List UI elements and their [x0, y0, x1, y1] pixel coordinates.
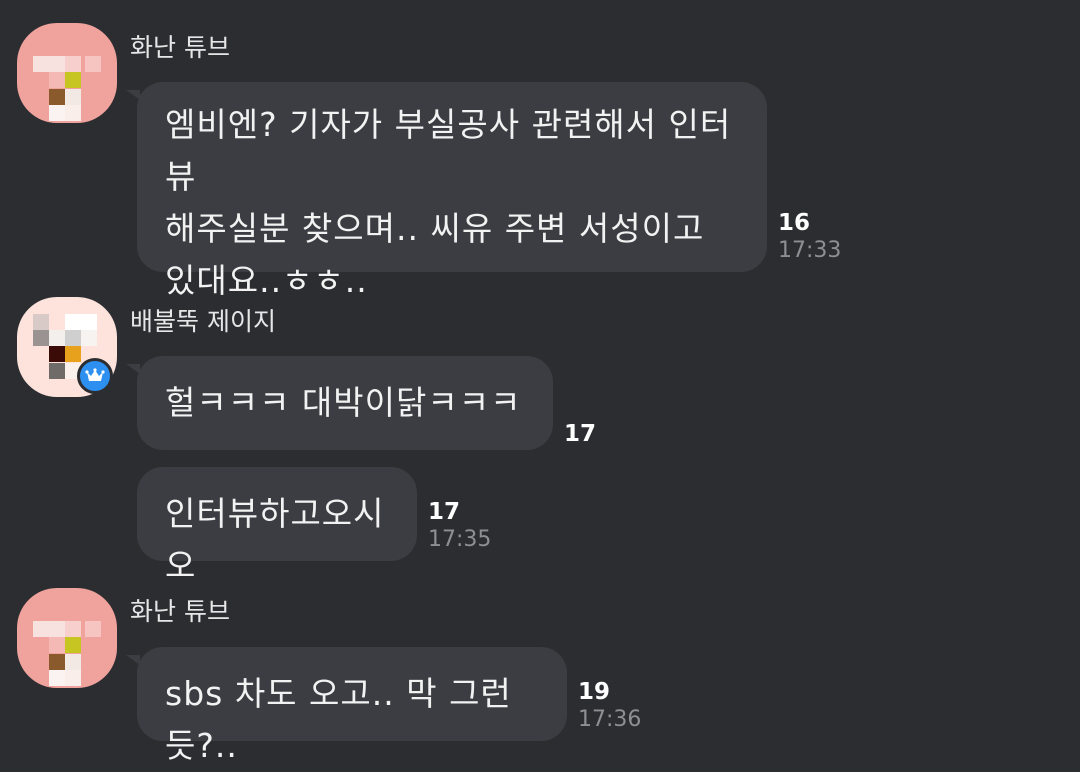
crown-badge	[77, 358, 113, 394]
timestamp: 17:35	[428, 527, 492, 552]
sender-name: 화난 튜브	[130, 597, 230, 626]
unread-count: 17	[564, 421, 597, 447]
timestamp: 17:33	[778, 238, 842, 263]
message-meta: 17 17:35	[428, 498, 491, 554]
unread-count: 16	[778, 210, 811, 236]
timestamp: 17:36	[578, 707, 642, 732]
unread-count: 17	[428, 499, 461, 525]
sender-avatar[interactable]	[17, 23, 117, 123]
message-bubble[interactable]: sbs 차도 오고.. 막 그런듯?..	[137, 647, 567, 765]
message-meta: 17	[564, 420, 596, 448]
unread-count: 19	[578, 679, 611, 705]
message-bubble[interactable]: 인터뷰하고오시오	[137, 467, 417, 585]
sender-name: 배불뚝 제이지	[130, 307, 276, 336]
message-bubble[interactable]: 엠비엔? 기자가 부실공사 관련해서 인터뷰 해주실분 찾으며.. 씨유 주변 …	[137, 82, 767, 300]
message-bubble[interactable]: 헐ㅋㅋㅋ 대박이닭ㅋㅋㅋ	[137, 356, 553, 450]
crown-icon	[85, 368, 105, 381]
sender-name: 화난 튜브	[130, 33, 230, 62]
sender-avatar[interactable]	[17, 588, 117, 688]
message-meta: 19 17:36	[578, 678, 641, 734]
message-meta: 16 17:33	[778, 209, 841, 265]
